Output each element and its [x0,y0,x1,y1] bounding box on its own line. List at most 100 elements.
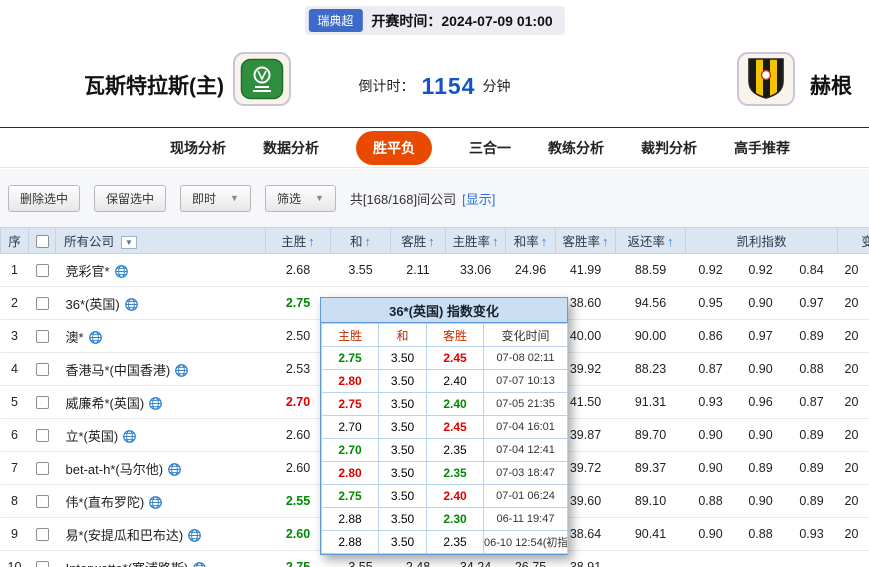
globe-icon [168,463,181,476]
globe-icon [188,529,201,542]
globe-icon [89,331,102,344]
kelly-value: 0.88 [736,518,786,551]
countdown: 倒计时： 1154 分钟 [359,72,511,100]
popup-draw-odds: 3.50 [379,393,427,416]
col-select [29,228,56,254]
home-rate: 33.06 [446,254,506,287]
tab-裁判分析[interactable]: 裁判分析 [641,138,697,158]
popup-home-odds: 2.75 [322,485,379,508]
col-draw-odds: 和↑ [331,228,391,254]
popup-draw-odds: 3.50 [379,439,427,462]
company-name[interactable]: 竞彩官* [66,264,110,279]
change-time [838,551,869,567]
delete-selected-button[interactable]: 删除选中 [8,185,80,212]
filter-label: 筛选 [277,190,301,207]
col-away-odds: 客胜↑ [391,228,446,254]
chevron-down-icon: ▼ [315,193,324,203]
company-name[interactable]: bet-at-h*(马尔他) [66,462,164,477]
company-count-summary: 共[168/168]间公司[显示] [350,189,495,208]
popup-away-odds: 2.35 [427,439,484,462]
toolbar: 删除选中 保留选中 即时 ▼ 筛选 ▼ 共[168/168]间公司[显示] [0,169,869,227]
countdown-unit: 分钟 [482,76,510,96]
league-badge[interactable]: 瑞典超 [308,9,362,32]
away-odds: 2.11 [391,254,446,287]
popup-change-time: 07-07 10:13 [484,370,568,393]
select-all-checkbox[interactable] [36,235,49,248]
company-name[interactable]: Interwette*(塞浦路斯) [66,561,189,567]
sort-asc-icon[interactable]: ↑ [428,234,435,249]
kelly-value: 0.89 [786,485,838,518]
row-checkbox[interactable] [36,462,49,475]
kelly-value: 0.89 [786,320,838,353]
keep-selected-button[interactable]: 保留选中 [94,185,166,212]
sort-asc-icon[interactable]: ↑ [602,234,609,249]
company-filter-icon[interactable]: ▼ [121,236,137,249]
tab-数据分析[interactable]: 数据分析 [263,138,319,158]
popup-row: 2.803.502.4007-07 10:13 [322,370,568,393]
countdown-value: 1154 [422,73,476,100]
sort-asc-icon[interactable]: ↑ [308,234,315,249]
sort-asc-icon[interactable]: ↑ [492,234,499,249]
kelly-value: 0.90 [686,518,736,551]
company-name[interactable]: 香港马*(中国香港) [66,363,171,378]
tab-胜平负[interactable]: 胜平负 [356,131,432,165]
popup-change-time: 06-11 19:47 [484,508,568,531]
row-checkbox[interactable] [36,363,49,376]
popup-away-odds: 2.35 [427,531,484,554]
tab-现场分析[interactable]: 现场分析 [170,138,226,158]
change-time: 20 [838,419,869,452]
away-team-logo [737,52,795,106]
row-index: 3 [1,320,29,353]
kelly-value: 0.90 [686,419,736,452]
popup-away-odds: 2.45 [427,416,484,439]
row-checkbox[interactable] [36,264,49,277]
company-name[interactable]: 易*(安提瓜和巴布达) [66,528,184,543]
row-checkbox[interactable] [36,561,49,567]
row-index: 1 [1,254,29,287]
kelly-value: 0.97 [736,320,786,353]
company-name[interactable]: 澳* [66,330,84,345]
row-checkbox[interactable] [36,495,49,508]
sort-asc-icon[interactable]: ↑ [667,234,674,249]
change-time: 20 [838,518,869,551]
filter-dropdown[interactable]: 筛选 ▼ [265,185,336,212]
company-name[interactable]: 36*(英国) [66,297,120,312]
row-checkbox[interactable] [36,429,49,442]
kelly-value: 0.90 [736,353,786,386]
change-time: 20 [838,452,869,485]
row-checkbox[interactable] [36,396,49,409]
globe-icon [193,562,206,567]
company-name[interactable]: 伟*(直布罗陀) [66,495,145,510]
popup-col-away: 客胜 [427,324,484,347]
popup-draw-odds: 3.50 [379,416,427,439]
kelly-value: 0.93 [686,386,736,419]
company-name[interactable]: 立*(英国) [66,429,119,444]
change-time: 20 [838,353,869,386]
col-return-rate: 返还率↑ [616,228,686,254]
return-rate: 88.23 [616,353,686,386]
tab-教练分析[interactable]: 教练分析 [548,138,604,158]
return-rate: 89.70 [616,419,686,452]
popup-change-time: 07-01 06:24 [484,485,568,508]
col-index: 序 [1,228,29,254]
popup-away-odds: 2.45 [427,347,484,370]
time-mode-dropdown[interactable]: 即时 ▼ [180,185,251,212]
popup-home-odds: 2.88 [322,531,379,554]
show-link[interactable]: [显示] [462,192,495,207]
home-odds: 2.68 [266,254,331,287]
row-checkbox[interactable] [36,528,49,541]
table-header-row: 序 所有公司▼ 主胜↑ 和↑ 客胜↑ 主胜率↑ 和率↑ 客胜率↑ 返还率↑ 凯利… [1,228,869,254]
company-name[interactable]: 威廉希*(英国) [66,396,145,411]
kelly-value: 0.86 [686,320,736,353]
row-checkbox[interactable] [36,330,49,343]
tab-高手推荐[interactable]: 高手推荐 [734,138,790,158]
kelly-value: 0.90 [736,287,786,320]
kelly-value: 0.95 [686,287,736,320]
return-rate: 94.56 [616,287,686,320]
popup-home-odds: 2.88 [322,508,379,531]
tab-三合一[interactable]: 三合一 [469,138,511,158]
sort-asc-icon[interactable]: ↑ [541,234,548,249]
odds-history-table: 主胜 和 客胜 变化时间 2.753.502.4507-08 02:112.80… [321,323,568,554]
sort-asc-icon[interactable]: ↑ [365,234,372,249]
row-checkbox[interactable] [36,297,49,310]
